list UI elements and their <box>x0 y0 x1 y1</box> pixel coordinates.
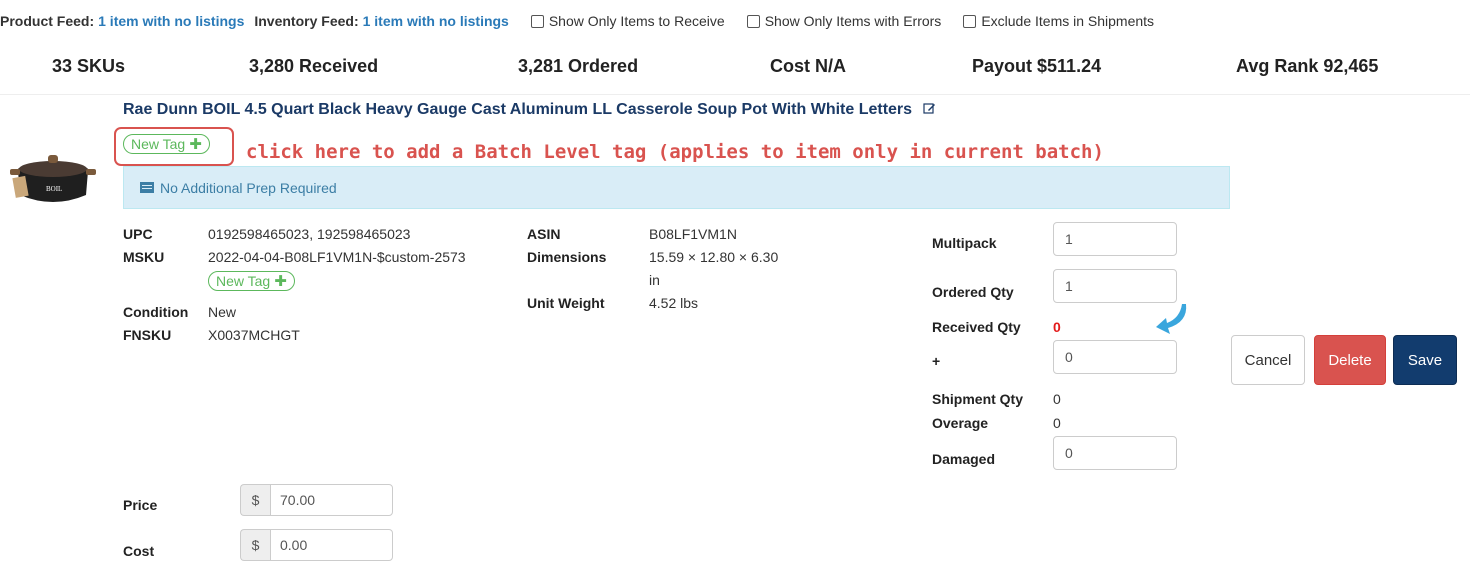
stat-cost: Cost N/A <box>770 56 846 76</box>
ordered-qty-input[interactable]: 1 <box>1053 269 1177 303</box>
product-title[interactable]: Rae Dunn BOIL 4.5 Quart Black Heavy Gaug… <box>123 101 936 119</box>
condition-value: New <box>208 304 237 320</box>
unit-weight-value: 4.52 lbs <box>649 295 699 311</box>
overage-value: 0 <box>1053 415 1061 431</box>
received-qty-label: Received Qty <box>932 319 1021 335</box>
received-qty-value: 0 <box>1053 319 1061 335</box>
stat-avg-rank: Avg Rank 92,465 <box>1236 56 1379 76</box>
fnsku-value: X0037MCHGT <box>208 327 300 343</box>
currency-addon: $ <box>240 529 270 561</box>
inventory-feed-label: Inventory Feed: <box>254 13 359 29</box>
dimensions-value: 15.59 × 12.80 × 6.30 <box>649 249 779 265</box>
stat-skus: 33 SKUs <box>52 56 126 76</box>
prep-text: No Additional Prep Required <box>160 179 337 196</box>
prep-alert: No Additional Prep Required <box>123 166 1230 209</box>
condition-label: Condition <box>123 304 189 320</box>
stat-received: 3,280 Received <box>249 56 379 76</box>
dimensions-unit: in <box>649 272 660 288</box>
ordered-qty-label: Ordered Qty <box>932 284 1014 300</box>
stats-bar: 33 SKUs 3,280 Received 3,281 Ordered Cos… <box>0 56 1483 84</box>
new-tag-label: New Tag <box>216 273 271 289</box>
damaged-label: Damaged <box>932 451 996 467</box>
checkbox-icon[interactable] <box>746 14 760 28</box>
upc-value: 0192598465023, 192598465023 <box>208 226 411 242</box>
price-input[interactable]: 70.00 <box>270 484 393 516</box>
filter-label: Show Only Items with Errors <box>764 13 942 29</box>
multipack-label: Multipack <box>932 235 997 251</box>
feed-bar: Product Feed: 1 item with no listings In… <box>0 10 1154 32</box>
new-tag-button[interactable]: New Tag ✚ <box>123 134 210 154</box>
msku-label: MSKU <box>123 249 165 265</box>
list-icon <box>140 182 154 193</box>
edit-icon[interactable] <box>922 102 936 115</box>
checkbox-icon[interactable] <box>530 14 544 28</box>
svg-text:BOIL: BOIL <box>46 185 62 193</box>
cost-label: Cost <box>123 543 155 559</box>
msku-new-tag-button[interactable]: New Tag ✚ <box>208 271 295 291</box>
asin-label: ASIN <box>527 226 561 242</box>
filter-label: Exclude Items in Shipments <box>981 13 1155 29</box>
cancel-button[interactable]: Cancel <box>1231 335 1305 385</box>
filter-items-to-receive[interactable]: Show Only Items to Receive <box>530 13 725 29</box>
new-tag-label: New Tag <box>131 136 186 152</box>
upc-label: UPC <box>123 226 153 242</box>
filter-label: Show Only Items to Receive <box>548 13 725 29</box>
annotation-text: click here to add a Batch Level tag (app… <box>246 141 1104 163</box>
shipment-qty-value: 0 <box>1053 391 1061 407</box>
arrow-down-left-icon <box>1152 300 1192 340</box>
cost-input-group[interactable]: $ 0.00 <box>240 529 393 561</box>
save-button[interactable]: Save <box>1393 335 1457 385</box>
plus-qty-input[interactable]: 0 <box>1053 340 1177 374</box>
plus-icon: ✚ <box>189 136 202 153</box>
msku-value: 2022-04-04-B08LF1VM1N-$custom-2573 <box>208 249 466 265</box>
product-feed-link[interactable]: 1 item with no listings <box>98 13 244 29</box>
shipment-qty-label: Shipment Qty <box>932 391 1024 407</box>
overage-label: Overage <box>932 415 989 431</box>
currency-addon: $ <box>240 484 270 516</box>
price-input-group[interactable]: $ 70.00 <box>240 484 393 516</box>
multipack-input[interactable]: 1 <box>1053 222 1177 256</box>
dimensions-label: Dimensions <box>527 249 607 265</box>
filter-items-with-errors[interactable]: Show Only Items with Errors <box>746 13 942 29</box>
cost-input[interactable]: 0.00 <box>270 529 393 561</box>
delete-button[interactable]: Delete <box>1314 335 1386 385</box>
asin-value[interactable]: B08LF1VM1N <box>649 226 737 242</box>
plus-icon: ✚ <box>274 273 287 290</box>
product-image: BOIL <box>8 125 98 213</box>
filter-exclude-in-shipments[interactable]: Exclude Items in Shipments <box>963 13 1154 29</box>
product-title-text[interactable]: Rae Dunn BOIL 4.5 Quart Black Heavy Gaug… <box>123 101 912 118</box>
unit-weight-label: Unit Weight <box>527 295 605 311</box>
stat-payout: Payout $511.24 <box>972 56 1102 76</box>
stat-ordered: 3,281 Ordered <box>518 56 639 76</box>
plus-qty-label: + <box>932 353 941 369</box>
price-label: Price <box>123 497 158 513</box>
damaged-input[interactable]: 0 <box>1053 436 1177 470</box>
product-feed-label: Product Feed: <box>0 13 95 29</box>
inventory-feed-link[interactable]: 1 item with no listings <box>363 13 509 29</box>
fnsku-label: FNSKU <box>123 327 172 343</box>
checkbox-icon[interactable] <box>963 14 977 28</box>
